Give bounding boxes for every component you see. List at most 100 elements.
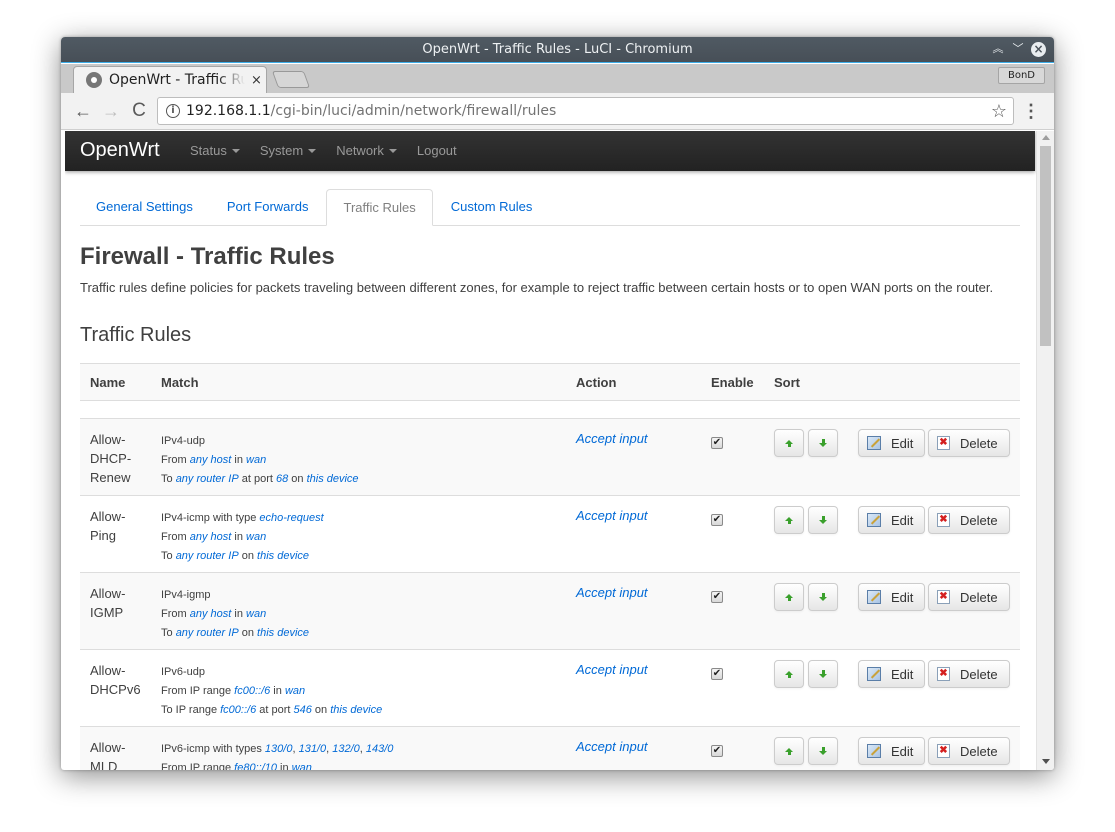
- edit-button[interactable]: Edit: [858, 737, 925, 765]
- match-link[interactable]: 131/0: [299, 743, 327, 755]
- match-link[interactable]: wan: [246, 608, 266, 620]
- delete-button[interactable]: ✖ Delete: [928, 660, 1010, 688]
- move-up-button[interactable]: [774, 737, 804, 765]
- nav-item-system[interactable]: System: [260, 143, 317, 158]
- move-down-button[interactable]: [808, 583, 838, 611]
- enable-checkbox[interactable]: ✔: [711, 668, 723, 680]
- arrow-up-icon: [785, 748, 793, 755]
- match-link[interactable]: this device: [257, 550, 309, 562]
- match-text: IPv6-udp: [161, 666, 206, 678]
- keep-above-icon[interactable]: ︽: [991, 41, 1005, 57]
- move-up-button[interactable]: [774, 660, 804, 688]
- match-link[interactable]: wan: [285, 685, 305, 697]
- browser-tab-active[interactable]: OpenWrt - Traffic Rules - LuCI ×: [73, 66, 267, 93]
- enable-checkbox[interactable]: ✔: [711, 437, 723, 449]
- move-down-button[interactable]: [808, 506, 838, 534]
- bookmark-star-icon[interactable]: ☆: [991, 101, 1007, 122]
- match-link[interactable]: 68: [276, 473, 288, 485]
- delete-button[interactable]: ✖ Delete: [928, 583, 1010, 611]
- match-text: To: [161, 550, 176, 562]
- match-link[interactable]: 130/0: [265, 743, 293, 755]
- move-up-button[interactable]: [774, 583, 804, 611]
- match-link[interactable]: 546: [294, 704, 312, 716]
- match-link[interactable]: this device: [330, 704, 382, 716]
- rule-action-link[interactable]: Accept input: [576, 431, 648, 446]
- delete-button[interactable]: ✖ Delete: [928, 506, 1010, 534]
- move-down-button[interactable]: [808, 737, 838, 765]
- arrow-up-icon: [785, 517, 793, 524]
- nav-item-network[interactable]: Network: [336, 143, 397, 158]
- match-link[interactable]: this device: [307, 473, 359, 485]
- tab-traffic-rules[interactable]: Traffic Rules: [326, 189, 433, 226]
- enable-checkbox[interactable]: ✔: [711, 591, 723, 603]
- match-link[interactable]: fe80::/10: [234, 762, 277, 770]
- page-scrollbar[interactable]: [1036, 131, 1054, 770]
- rule-action-link[interactable]: Accept input: [576, 585, 648, 600]
- match-link[interactable]: wan: [246, 454, 266, 466]
- match-link[interactable]: echo-request: [259, 512, 323, 524]
- browser-menu-icon[interactable]: ⋮: [1022, 101, 1040, 121]
- table-spacer-row: [80, 401, 1020, 419]
- edit-button[interactable]: Edit: [858, 429, 925, 457]
- new-tab-button[interactable]: [271, 71, 311, 88]
- brand-logo[interactable]: OpenWrt: [80, 139, 160, 162]
- rule-match: IPv4-udp From any host in wan To any route…: [161, 432, 359, 489]
- rule-name: Allow- DHCPv6: [90, 661, 150, 699]
- edit-button[interactable]: Edit: [858, 583, 925, 611]
- address-bar[interactable]: i 192.168.1.1/cgi-bin/luci/admin/network…: [157, 97, 1014, 125]
- nav-item-status[interactable]: Status: [190, 143, 240, 158]
- match-link[interactable]: any router IP: [176, 550, 239, 562]
- section-title: Traffic Rules: [80, 324, 192, 346]
- nav-item-label: Status: [190, 143, 227, 158]
- edit-button[interactable]: Edit: [858, 506, 925, 534]
- delete-button[interactable]: ✖ Delete: [928, 429, 1010, 457]
- scrollbar-thumb[interactable]: [1040, 146, 1051, 346]
- delete-x-icon: ✖: [937, 513, 950, 527]
- enable-checkbox[interactable]: ✔: [711, 514, 723, 526]
- match-link[interactable]: any router IP: [176, 473, 239, 485]
- arrow-up-icon: [785, 440, 793, 447]
- rule-action-link[interactable]: Accept input: [576, 739, 648, 754]
- match-link[interactable]: wan: [246, 531, 266, 543]
- edit-button[interactable]: Edit: [858, 660, 925, 688]
- scroll-down-arrow-icon[interactable]: [1042, 759, 1050, 764]
- tab-general-settings[interactable]: General Settings: [80, 189, 209, 225]
- match-link[interactable]: any host: [190, 531, 232, 543]
- back-arrow-icon[interactable]: ←: [73, 101, 93, 121]
- luci-navbar: OpenWrt Status System Network Logout: [65, 131, 1035, 171]
- traffic-rules-table: Name Match Action Enable Sort Allow- DHCP…: [80, 363, 1020, 770]
- scroll-up-arrow-icon[interactable]: [1042, 135, 1050, 140]
- desktop: OpenWrt - Traffic Rules - LuCI - Chromiu…: [0, 0, 1115, 832]
- match-link[interactable]: fc00::/6: [234, 685, 270, 697]
- match-link[interactable]: any host: [190, 608, 232, 620]
- tab-port-forwards[interactable]: Port Forwards: [211, 189, 325, 225]
- move-down-button[interactable]: [808, 660, 838, 688]
- reload-icon[interactable]: C: [129, 101, 149, 121]
- profile-button[interactable]: BonD: [998, 67, 1045, 84]
- match-link[interactable]: any router IP: [176, 627, 239, 639]
- tab-close-icon[interactable]: ×: [251, 73, 262, 88]
- url-path: /cgi-bin/luci/admin/network/firewall/rul…: [270, 103, 557, 119]
- match-link[interactable]: this device: [257, 627, 309, 639]
- enable-checkbox[interactable]: ✔: [711, 745, 723, 757]
- match-link[interactable]: 143/0: [366, 743, 394, 755]
- tab-custom-rules[interactable]: Custom Rules: [435, 189, 549, 225]
- match-link[interactable]: wan: [292, 762, 312, 770]
- nav-item-logout[interactable]: Logout: [417, 143, 457, 158]
- move-up-button[interactable]: [774, 429, 804, 457]
- edit-label: Edit: [891, 512, 914, 528]
- minimize-icon[interactable]: ﹀: [1011, 41, 1025, 57]
- move-down-button[interactable]: [808, 429, 838, 457]
- rule-action-link[interactable]: Accept input: [576, 662, 648, 677]
- match-link[interactable]: fc00::/6: [220, 704, 256, 716]
- match-link[interactable]: any host: [190, 454, 232, 466]
- edit-label: Edit: [891, 435, 914, 451]
- delete-button[interactable]: ✖ Delete: [928, 737, 1010, 765]
- forward-arrow-icon[interactable]: →: [101, 101, 121, 121]
- match-link[interactable]: 132/0: [332, 743, 360, 755]
- move-up-button[interactable]: [774, 506, 804, 534]
- match-text: at port: [256, 704, 294, 716]
- window-close-icon[interactable]: ×: [1031, 41, 1046, 57]
- site-info-icon[interactable]: i: [166, 104, 180, 118]
- rule-action-link[interactable]: Accept input: [576, 508, 648, 523]
